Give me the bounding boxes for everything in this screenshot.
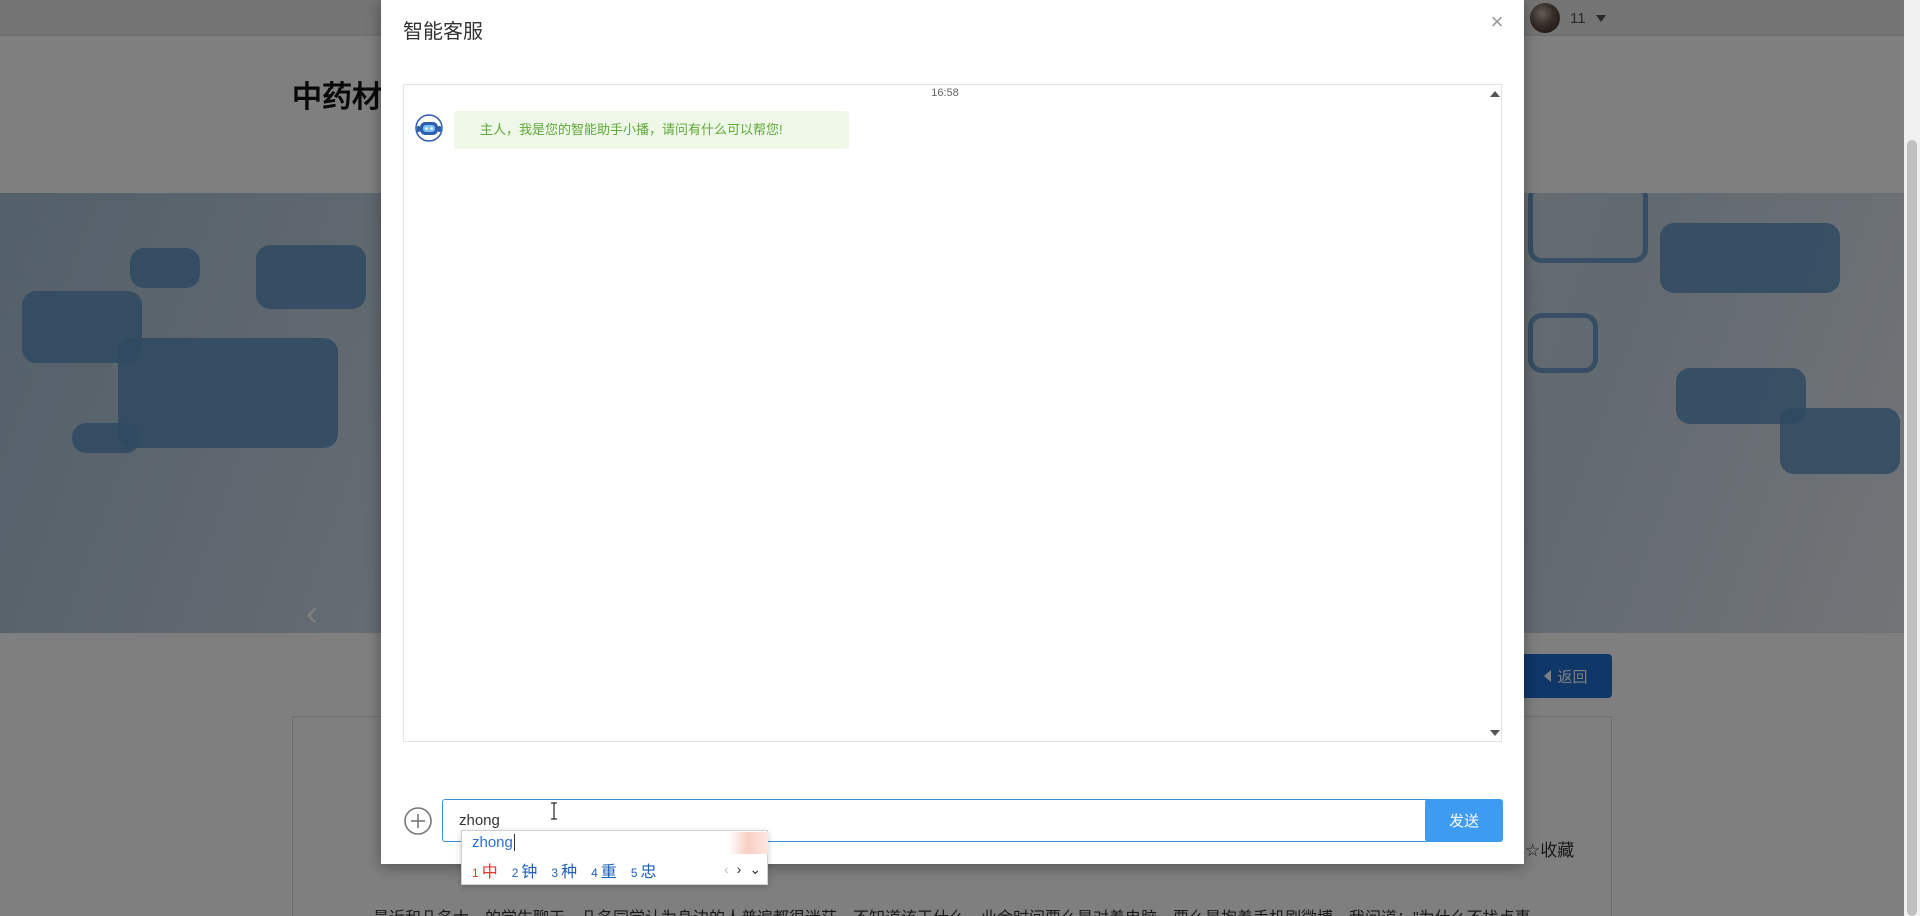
plus-circle-icon[interactable]	[403, 806, 433, 836]
robot-avatar-icon	[415, 114, 443, 142]
ime-expand-icon[interactable]: ⌄	[749, 861, 761, 878]
ime-candidate[interactable]: 3种	[551, 858, 577, 882]
ime-next-page-icon[interactable]: ›	[737, 861, 742, 878]
chat-history[interactable]: 16:58 主人，我是您的智能助手小播，请问有什么可以帮您!	[403, 84, 1502, 742]
customer-service-modal: 智能客服 × 16:58 主人，我是您的智能助手小播，请问有什么可以帮您! 发送	[381, 0, 1524, 864]
ime-candidate-window: zhong 1中 2钟 3种 4重 5忠 ‹ › ⌄	[461, 830, 768, 885]
chat-scroll-up-icon[interactable]	[1490, 91, 1500, 97]
close-icon[interactable]: ×	[1485, 10, 1509, 34]
chat-scroll-down-icon[interactable]	[1490, 730, 1500, 736]
page-scrollbar-thumb[interactable]	[1907, 140, 1917, 916]
text-cursor-icon	[551, 802, 557, 820]
ime-candidate[interactable]: 2钟	[512, 858, 538, 882]
chat-timestamp: 16:58	[931, 87, 959, 99]
ime-skin-decoration	[728, 832, 768, 854]
modal-title: 智能客服	[403, 21, 483, 43]
ime-candidate-list: 1中 2钟 3种 4重 5忠	[472, 858, 657, 882]
ime-composition: zhong	[472, 834, 515, 851]
ime-candidate[interactable]: 4重	[591, 858, 617, 882]
ime-page-nav: ‹ › ⌄	[724, 861, 761, 878]
ime-candidate[interactable]: 1中	[472, 858, 498, 882]
ime-prev-page-icon[interactable]: ‹	[724, 861, 729, 878]
send-button[interactable]: 发送	[1425, 799, 1503, 842]
ime-candidate[interactable]: 5忠	[631, 858, 657, 882]
bot-message-bubble: 主人，我是您的智能助手小播，请问有什么可以帮您!	[454, 111, 849, 149]
